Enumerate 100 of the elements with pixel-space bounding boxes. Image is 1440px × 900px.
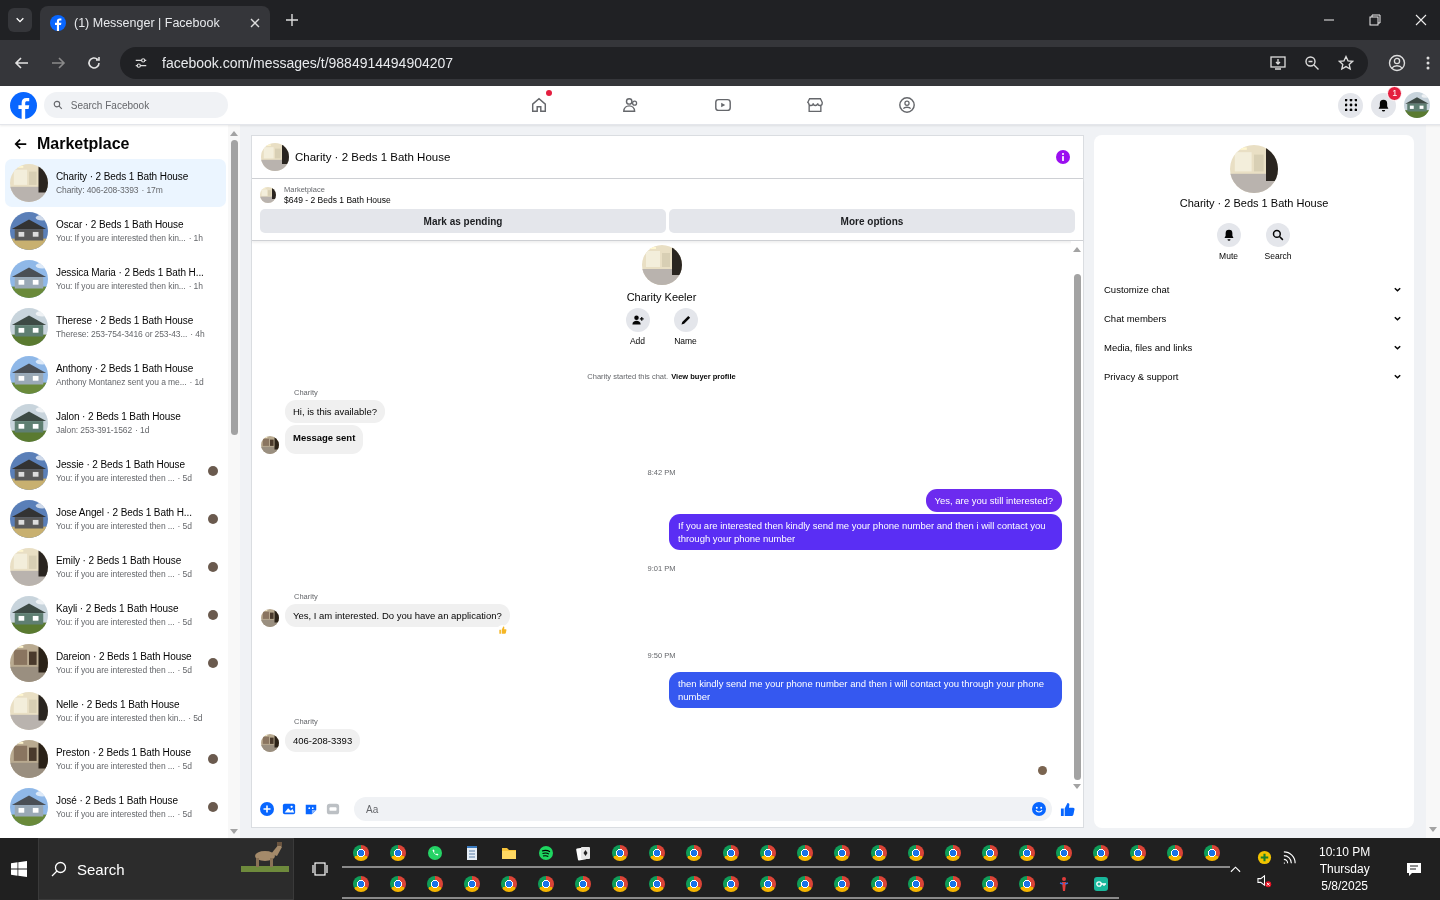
- reload-icon[interactable]: [86, 55, 102, 71]
- thumbs-up-icon[interactable]: [1060, 801, 1075, 817]
- conversation-item[interactable]: Oscar · 2 Beds 1 Bath House You: If you are interested then kin... · 1h: [5, 207, 226, 255]
- conversation-item[interactable]: Dareion · 2 Beds 1 Bath House You: if you are interested then ... · 5d: [5, 639, 226, 687]
- speaker-muted-icon[interactable]: [1257, 873, 1272, 888]
- message-input[interactable]: Aa: [364, 802, 1032, 816]
- section-header[interactable]: Media, files and links: [1104, 333, 1404, 362]
- emoji-icon[interactable]: [1032, 802, 1046, 816]
- clock-date[interactable]: 5/8/2025: [1321, 879, 1369, 893]
- info-icon[interactable]: [1056, 150, 1070, 164]
- pencil-icon: [679, 314, 692, 326]
- zoom-icon[interactable]: [1304, 55, 1321, 71]
- browser-icon: [611, 844, 628, 861]
- conversation-item[interactable]: Kayli · 2 Beds 1 Bath House You: if you are interested then ... · 5d: [5, 591, 226, 639]
- conversation-time: · 4h: [190, 329, 205, 339]
- bookmark-star-icon[interactable]: [1338, 55, 1355, 71]
- section-header[interactable]: Customize chat: [1104, 275, 1404, 304]
- forward-icon[interactable]: [50, 55, 66, 71]
- browser-icon: [500, 875, 517, 892]
- address-field[interactable]: facebook.com/messages/t/9884914494904207: [120, 47, 1369, 79]
- more-icon[interactable]: [1426, 55, 1431, 71]
- browser-icon: [759, 844, 776, 861]
- conversation-time: · 1d: [135, 425, 150, 435]
- conversation-item[interactable]: Nelle · 2 Beds 1 Bath House You: if you are interested then kin... · 5d: [5, 687, 226, 735]
- close-icon[interactable]: [250, 18, 260, 28]
- install-app-icon[interactable]: [1270, 55, 1287, 71]
- conversation-preview: You: if you are interested then ...: [56, 617, 175, 627]
- menu-button[interactable]: [1338, 92, 1364, 118]
- scrollbar-thumb[interactable]: [230, 140, 238, 435]
- search-icon: [1272, 229, 1284, 241]
- task-view-icon[interactable]: [312, 861, 328, 877]
- composer-field[interactable]: Aa: [354, 797, 1052, 821]
- home-icon[interactable]: [530, 96, 548, 114]
- conversation-title: Nelle · 2 Beds 1 Bath House: [56, 699, 181, 710]
- chevron-up-icon[interactable]: [1230, 865, 1241, 873]
- wifi-icon[interactable]: [1282, 850, 1297, 865]
- bell-icon: [1222, 229, 1235, 241]
- search-field[interactable]: Search Facebook: [44, 92, 228, 118]
- start-icon[interactable]: [11, 861, 27, 877]
- section-header[interactable]: Chat members: [1104, 304, 1404, 333]
- section-header[interactable]: Privacy & support: [1104, 362, 1404, 391]
- facebook-logo-icon[interactable]: [10, 91, 37, 119]
- back-icon[interactable]: [14, 136, 28, 151]
- restore-icon[interactable]: [1369, 14, 1382, 26]
- conversation-item[interactable]: Jose Angel · 2 Beds 1 Bath H... You: if you are interested then ... · 5d: [5, 495, 226, 543]
- conversation-item[interactable]: Emily · 2 Beds 1 Bath House You: if you are interested then ... · 5d: [5, 543, 226, 591]
- new-tab-icon[interactable]: [286, 14, 298, 26]
- edit-name-button[interactable]: [673, 308, 698, 332]
- conversation-preview: You: if you are interested then ...: [56, 665, 175, 675]
- image-icon[interactable]: [282, 802, 296, 816]
- cards-icon: [574, 844, 591, 861]
- clock-time[interactable]: 10:10 PM: [1319, 845, 1371, 859]
- search-field[interactable]: Search: [38, 838, 294, 900]
- search-icon: [53, 100, 63, 110]
- listing-action-button[interactable]: More options: [669, 209, 1075, 233]
- plus-icon[interactable]: [260, 802, 274, 816]
- conversation-item[interactable]: Jessie · 2 Beds 1 Bath House You: if you are interested then ... · 5d: [5, 447, 226, 495]
- scrollbar-thumb[interactable]: [1073, 274, 1081, 780]
- conversation-item[interactable]: Anthony · 2 Beds 1 Bath House Anthony Montanez sent you a me... · 1d: [5, 351, 226, 399]
- conversation-item[interactable]: José · 2 Beds 1 Bath House You: if you are interested then ... · 5d: [5, 783, 226, 831]
- clock-day[interactable]: Thursday: [1319, 862, 1370, 876]
- message-bubble: then kindly send me your phone number and then i will contact you through your phone number: [669, 672, 1062, 708]
- video-icon[interactable]: [714, 96, 732, 114]
- browser-icon: [796, 875, 813, 892]
- conversation-title: Dareion · 2 Beds 1 Bath House: [56, 651, 193, 662]
- store-icon[interactable]: [806, 96, 824, 114]
- tab-list-button[interactable]: [8, 8, 32, 32]
- conversation-item[interactable]: Preston · 2 Beds 1 Bath House You: if you are interested then ... · 5d: [5, 735, 226, 783]
- listing-action-button[interactable]: Mark as pending: [260, 209, 666, 233]
- browser-icon: [352, 875, 369, 892]
- browser-icon: [1129, 844, 1146, 861]
- scrollbar[interactable]: [228, 125, 240, 838]
- conversation-item[interactable]: Jessica Maria · 2 Beds 1 Bath H... You: If you are interested then kin... · 1h: [5, 255, 226, 303]
- notifications-button[interactable]: [1371, 92, 1397, 118]
- conversation-title: Charity · 2 Beds 1 Bath House: [56, 171, 190, 182]
- scrollbar[interactable]: [1426, 125, 1440, 838]
- search-input[interactable]: Search Facebook: [68, 98, 219, 112]
- add-person-button[interactable]: [625, 308, 650, 332]
- conversation-item[interactable]: Charity · 2 Beds 1 Bath House Charity: 406-208-3393 · 17m: [5, 159, 226, 207]
- conversation-item[interactable]: Therese · 2 Beds 1 Bath House Therese: 253-754-3416 or 253-43... · 4h: [5, 303, 226, 351]
- group-icon[interactable]: [898, 96, 916, 114]
- notification-center-icon[interactable]: [1406, 861, 1423, 877]
- sticker-icon[interactable]: [304, 802, 318, 816]
- browser-icon: [944, 875, 961, 892]
- conversation-preview: Therese: 253-754-3416 or 253-43...: [56, 329, 188, 339]
- status-app-icon[interactable]: [1257, 850, 1272, 865]
- profile-icon[interactable]: [1388, 54, 1407, 72]
- back-icon[interactable]: [14, 55, 30, 71]
- conversation-title: Emily · 2 Beds 1 Bath House: [56, 555, 183, 566]
- search-button[interactable]: [1266, 223, 1290, 247]
- conversation-preview: You: If you are interested then kin...: [56, 281, 186, 291]
- conversation-item[interactable]: Jalon · 2 Beds 1 Bath House Jalon: 253-391-1562 · 1d: [5, 399, 226, 447]
- conversation-title: Anthony · 2 Beds 1 Bath House: [56, 363, 195, 374]
- close-icon[interactable]: [1415, 14, 1428, 26]
- site-settings-icon[interactable]: [134, 56, 148, 70]
- browser-icon: [796, 844, 813, 861]
- people-icon[interactable]: [622, 96, 640, 114]
- browser-tab[interactable]: (1) Messenger | Facebook: [40, 6, 270, 40]
- mute-button[interactable]: [1216, 223, 1241, 247]
- browser-icon: [1055, 844, 1072, 861]
